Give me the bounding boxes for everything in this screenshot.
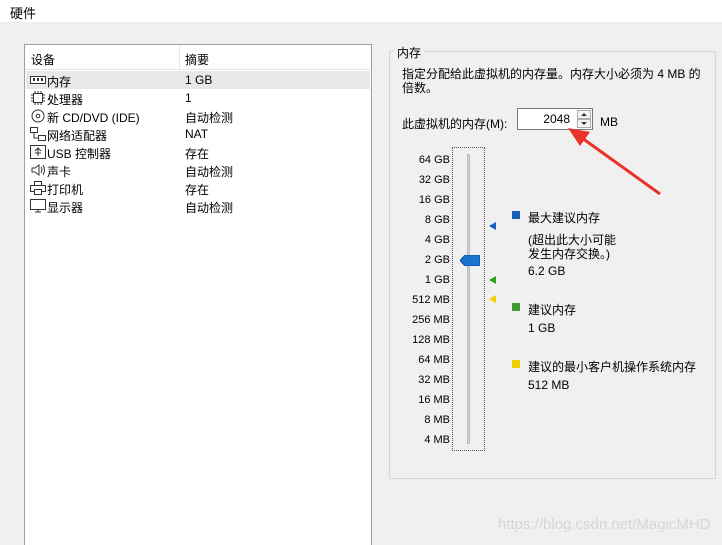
- memory-slider-thumb[interactable]: [460, 255, 480, 266]
- device-name: 显示器: [47, 201, 84, 215]
- scale-tick: 8 GB: [424, 214, 450, 226]
- device-name: 打印机: [47, 183, 84, 197]
- device-summary: 存在: [185, 183, 210, 197]
- scale-tick: 256 MB: [412, 314, 450, 326]
- device-name: 网络适配器: [47, 129, 108, 143]
- scale-tick: 16 GB: [418, 194, 450, 206]
- scale-tick: 32 MB: [418, 374, 450, 386]
- scale-tick: 512 MB: [412, 294, 450, 306]
- device-summary: 自动检测: [185, 201, 234, 215]
- title-bar: 硬件: [0, 0, 722, 22]
- recommended-label: 建议内存: [528, 303, 577, 317]
- max-recommended-swatch: [512, 211, 520, 219]
- column-divider[interactable]: [179, 45, 180, 69]
- watermark: https://blog.csdn.net/MagicMHD: [498, 516, 711, 533]
- device-row-network-adapter[interactable]: 网络适配器 NAT: [26, 125, 370, 143]
- display-icon: [30, 199, 46, 213]
- memory-field-label: 此虚拟机的内存(M):: [402, 117, 508, 131]
- device-summary: 自动检测: [185, 165, 234, 179]
- device-summary: 存在: [185, 147, 210, 161]
- processor-icon: [31, 91, 45, 105]
- usb-icon: [30, 145, 46, 159]
- device-name: 处理器: [47, 93, 84, 107]
- scale-tick: 128 MB: [412, 334, 450, 346]
- device-row-sound-card[interactable]: 声卡 自动检测: [26, 161, 370, 179]
- memory-icon: [30, 76, 46, 84]
- scale-tick: 16 MB: [418, 394, 450, 406]
- spin-up-button[interactable]: [577, 110, 591, 119]
- recommended-swatch: [512, 303, 520, 311]
- memory-slider-track[interactable]: [467, 154, 470, 444]
- max-recommended-label: 最大建议内存: [528, 211, 601, 225]
- printer-icon: [30, 181, 46, 195]
- scale-tick: 64 MB: [418, 354, 450, 366]
- device-name: 内存: [47, 75, 72, 89]
- device-name: USB 控制器: [47, 147, 112, 161]
- min-guest-label: 建议的最小客户机操作系统内存: [528, 360, 697, 374]
- device-list-header: 设备 摘要: [25, 45, 371, 70]
- network-adapter-icon: [30, 127, 46, 141]
- device-summary: NAT: [185, 127, 209, 141]
- scale-tick: 1 GB: [424, 274, 450, 286]
- scale-tick: 4 MB: [424, 434, 450, 446]
- window-title: 硬件: [10, 6, 37, 21]
- min-guest-swatch: [512, 360, 520, 368]
- max-recommended-note-line2: 发生内存交换。): [528, 247, 610, 261]
- red-arrow-annotation: [568, 128, 661, 196]
- device-name: 新 CD/DVD (IDE): [47, 111, 140, 125]
- cd-dvd-icon: [31, 109, 45, 123]
- column-header-device[interactable]: 设备: [31, 51, 55, 68]
- column-header-summary[interactable]: 摘要: [185, 51, 209, 68]
- device-summary: 1 GB: [185, 73, 213, 87]
- device-row-printer[interactable]: 打印机 存在: [26, 179, 370, 197]
- device-row-display[interactable]: 显示器 自动检测: [26, 197, 370, 215]
- device-name: 声卡: [47, 165, 72, 179]
- sound-card-icon: [31, 164, 45, 176]
- device-row-usb-controller[interactable]: USB 控制器 存在: [26, 143, 370, 161]
- recommended-marker: [489, 276, 496, 284]
- device-row-processor[interactable]: 处理器 1: [26, 89, 370, 107]
- scale-tick: 32 GB: [418, 174, 450, 186]
- max-recommended-value: 6.2 GB: [528, 264, 566, 278]
- scale-tick: 64 GB: [418, 154, 450, 166]
- device-summary: 1: [185, 91, 192, 105]
- memory-description: 指定分配给此虚拟机的内存量。内存大小必须为 4 MB 的倍数。: [402, 67, 701, 95]
- memory-group-title: 内存: [394, 44, 425, 61]
- min-guest-marker: [489, 295, 496, 303]
- scale-tick: 4 GB: [424, 234, 450, 246]
- scale-tick: 2 GB: [424, 254, 450, 266]
- scale-tick: 8 MB: [424, 414, 450, 426]
- max-recommended-marker: [489, 222, 496, 230]
- device-row-cd-dvd[interactable]: 新 CD/DVD (IDE) 自动检测: [26, 107, 370, 125]
- device-summary: 自动检测: [185, 111, 234, 125]
- device-list[interactable]: 设备 摘要 内存 1 GB 处理器 1 新 CD/DVD (IDE) 自动检测 …: [24, 44, 372, 545]
- device-row-memory[interactable]: 内存 1 GB: [26, 71, 370, 89]
- min-guest-value: 512 MB: [528, 378, 570, 392]
- recommended-value: 1 GB: [528, 321, 556, 335]
